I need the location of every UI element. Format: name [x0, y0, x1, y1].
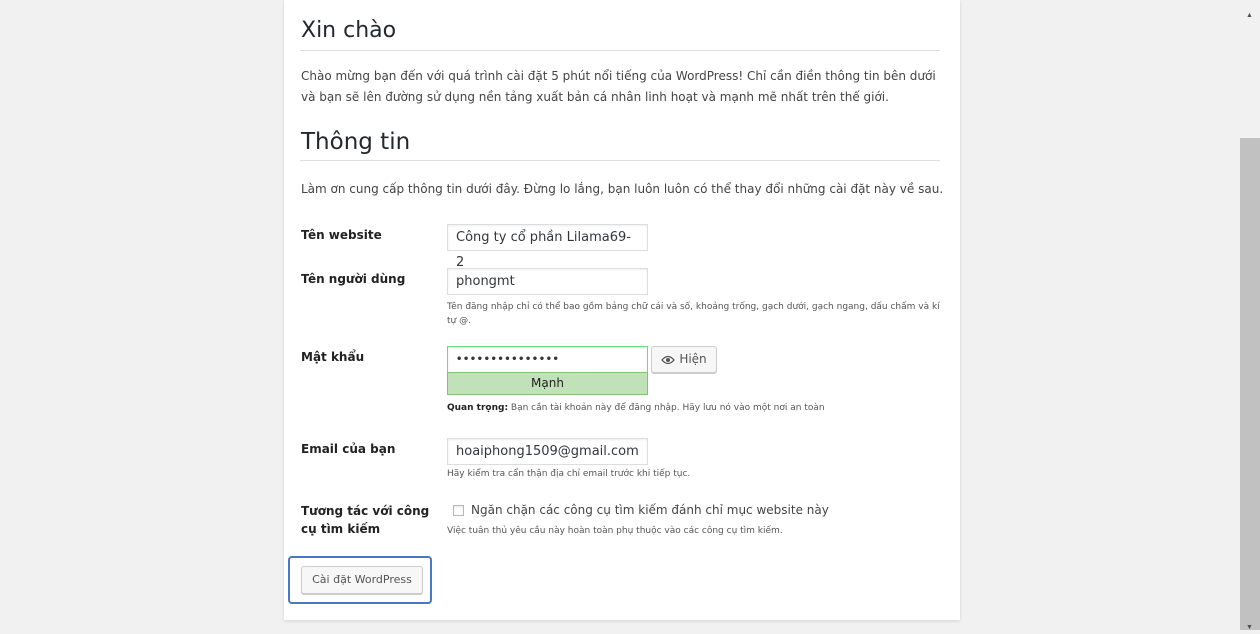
- search-visibility-label-line2: cụ tìm kiếm: [301, 522, 381, 536]
- email-input[interactable]: hoaiphong1509@gmail.com: [447, 438, 648, 465]
- install-card: Xin chào Chào mừng bạn đến với quá trình…: [284, 0, 960, 620]
- site-title-input[interactable]: Công ty cổ phần Lilama69-2: [447, 224, 648, 270]
- scrollbar[interactable]: ▲ ▼: [1240, 0, 1260, 634]
- eye-icon: [661, 355, 676, 364]
- search-visibility-checkbox[interactable]: [453, 505, 464, 516]
- welcome-heading: Xin chào: [301, 18, 397, 43]
- show-password-button[interactable]: Hiện: [651, 346, 717, 373]
- email-hint: Hãy kiểm tra cẩn thận địa chỉ email trướ…: [447, 469, 691, 479]
- password-note-text: Bạn cần tài khoản này để đăng nhập. Hãy …: [508, 403, 825, 413]
- scroll-down-icon[interactable]: ▼: [1246, 624, 1253, 631]
- search-visibility-label-line1: Tương tác với công: [301, 504, 430, 518]
- search-visibility-label: Tương tác với công cụ tìm kiếm: [301, 502, 431, 538]
- scroll-up-icon[interactable]: ▲: [1246, 12, 1253, 19]
- site-title-label: Tên website: [301, 228, 382, 242]
- password-note: Quan trọng: Bạn cần tài khoản này để đăn…: [447, 401, 947, 415]
- divider: [300, 160, 940, 161]
- button-highlight-box: [288, 556, 432, 604]
- username-input[interactable]: phongmt: [447, 268, 648, 295]
- username-hint: Tên đăng nhập chỉ có thể bao gồm bảng ch…: [447, 302, 940, 326]
- search-visibility-checkbox-label[interactable]: Ngăn chặn các công cụ tìm kiếm đánh chỉ …: [471, 503, 829, 517]
- email-label: Email của bạn: [301, 442, 396, 456]
- info-heading: Thông tin: [301, 129, 411, 155]
- info-intro: Làm ơn cung cấp thông tin dưới đây. Đừng…: [301, 182, 944, 196]
- password-note-emphasis: Quan trọng:: [447, 403, 509, 413]
- password-input[interactable]: •••••••••••••••: [447, 346, 648, 373]
- username-label: Tên người dùng: [301, 272, 406, 286]
- password-strength-meter: Mạnh: [447, 372, 648, 395]
- scroll-thumb[interactable]: [1240, 138, 1260, 630]
- password-label: Mật khẩu: [301, 350, 365, 364]
- show-password-label: Hiện: [679, 352, 707, 366]
- welcome-text: Chào mừng bạn đến với quá trình cài đặt …: [301, 69, 936, 104]
- divider: [300, 50, 940, 51]
- search-visibility-hint: Việc tuân thủ yêu cầu này hoàn toàn phụ …: [447, 526, 783, 536]
